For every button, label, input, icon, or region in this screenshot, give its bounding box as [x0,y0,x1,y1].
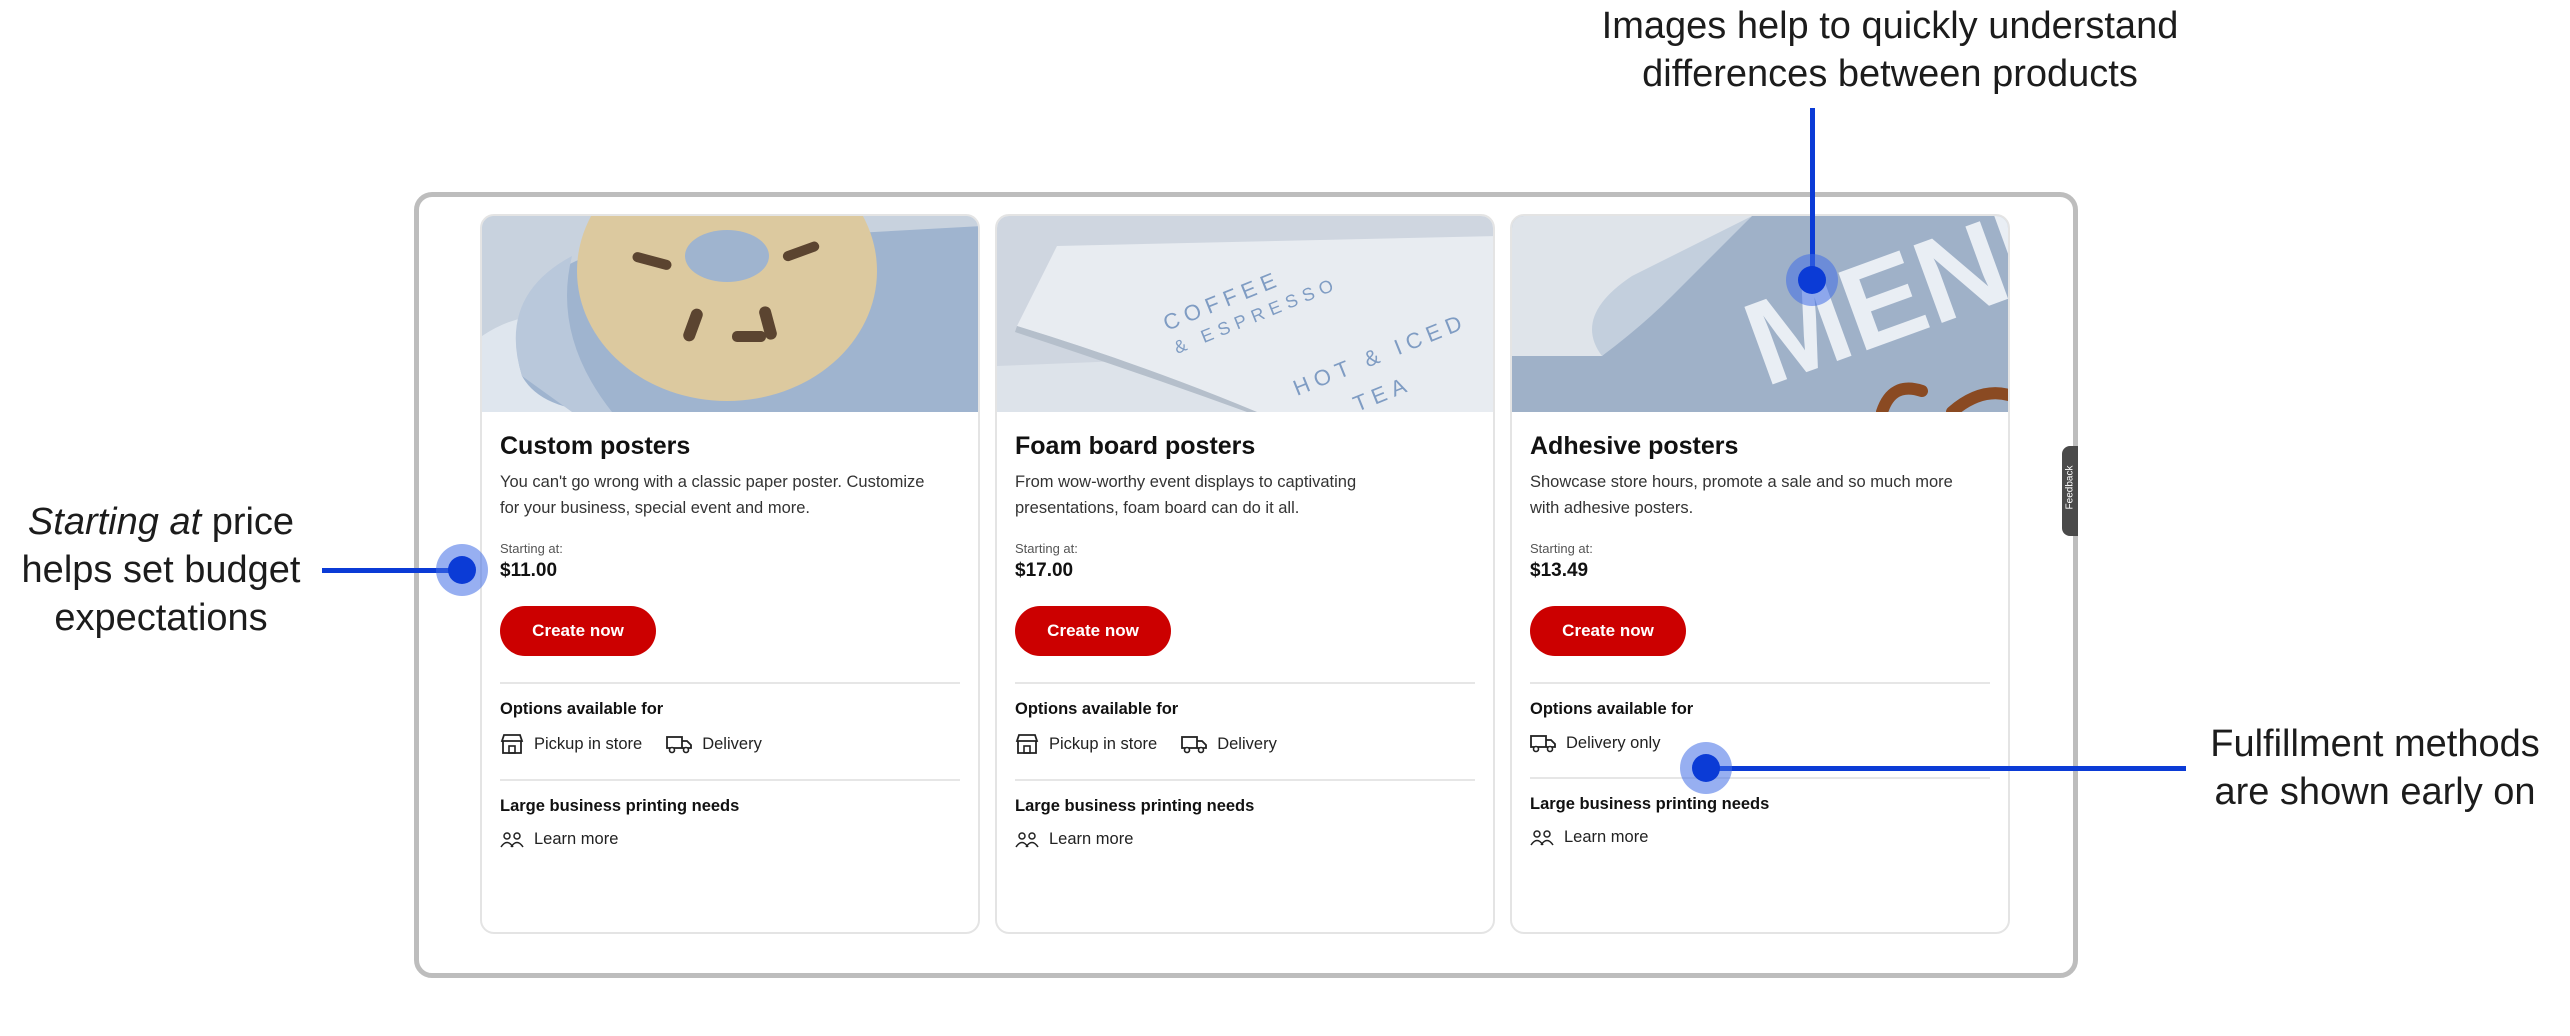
create-now-button[interactable]: Create now [1530,606,1686,656]
annotation-fulfillment-line2: are shown early on [2214,771,2536,813]
product-image-adhesive-posters: MENU [1512,216,2008,412]
annotation-line-fulfillment [1706,766,2186,771]
option-pickup-label: Pickup in store [1049,734,1158,753]
options-title: Options available for [1015,700,1179,718]
learn-more-label[interactable]: Learn more [1564,828,1648,847]
card-description-line1: You can't go wrong with a classic paper … [500,473,925,491]
store-icon [1015,734,1039,754]
annotation-price-line2: helps set budget [21,549,301,591]
store-icon [500,734,524,754]
divider [500,779,960,781]
divider [1015,682,1475,684]
product-card-adhesive-posters: MENU Adhesive posters Showcase store hou… [1510,214,2010,934]
price: $13.49 [1530,560,1589,581]
truck-icon [1530,735,1556,753]
learn-more-link[interactable]: Learn more [500,830,618,849]
option-delivery: Delivery only [1530,733,1660,753]
learn-more-label[interactable]: Learn more [1049,830,1133,849]
card-description: You can't go wrong with a classic paper … [500,469,960,527]
business-title: Large business printing needs [1015,797,1255,815]
people-icon [500,831,524,847]
divider [1530,777,1990,779]
feedback-tab-label[interactable]: Feedback [2065,450,2076,526]
people-icon [1530,829,1554,845]
starting-at-label: Starting at: [1530,541,1593,556]
learn-more-link[interactable]: Learn more [1530,828,1648,847]
annotation-price-italic: Starting at [27,501,202,543]
options-title: Options available for [1530,700,1694,718]
divider [1530,682,1990,684]
card-description: Showcase store hours, promote a sale and… [1530,469,1990,527]
product-image-custom-posters [482,216,978,412]
card-description: From wow-worthy event displays to captiv… [1015,469,1475,527]
fulfillment-options: Delivery only [1530,733,1990,753]
product-image-foam-board-posters: COFFEE & ESPRESSO HOT & ICED TEA [997,216,1493,412]
annotation-price: Starting at price helps set budget expec… [0,498,322,642]
option-delivery: Delivery [1181,734,1277,754]
product-card-foam-board-posters: COFFEE & ESPRESSO HOT & ICED TEA Foam bo… [995,214,1495,934]
truck-icon [1181,736,1208,754]
people-icon [1015,831,1039,847]
custom-poster-illustration [482,216,978,412]
price: $17.00 [1015,560,1074,581]
adhesive-poster-illustration: MENU [1512,216,2008,412]
learn-more-row[interactable]: Learn more [1015,830,1475,849]
annotation-images: Images help to quickly understand differ… [1540,2,2240,98]
annotation-marker-images [1786,254,1838,306]
fulfillment-options: Pickup in store Delivery [1015,733,1475,755]
annotation-marker-fulfillment [1680,742,1732,794]
price: $11.00 [500,560,558,581]
option-pickup-label: Pickup in store [534,734,643,753]
create-now-button[interactable]: Create now [1015,606,1171,656]
card-description-line1: From wow-worthy event displays to captiv… [1015,473,1357,491]
learn-more-row[interactable]: Learn more [1530,828,1990,847]
card-title: Foam board posters [1015,432,1256,460]
annotation-images-line2: differences between products [1642,53,2138,95]
divider [500,682,960,684]
foam-board-illustration: COFFEE & ESPRESSO HOT & ICED TEA [997,216,1493,412]
card-description-line2: with adhesive posters. [1530,499,1694,517]
annotation-fulfillment: Fulfillment methods are shown early on [2180,720,2570,816]
option-delivery-label: Delivery only [1566,733,1661,752]
feedback-tab[interactable]: Feedback [2062,446,2078,536]
starting-at-label: Starting at: [500,541,563,556]
option-pickup: Pickup in store [1015,733,1157,755]
option-delivery-label: Delivery [702,734,762,753]
card-title: Adhesive posters [1530,432,1739,460]
product-card-custom-posters: Custom posters You can't go wrong with a… [480,214,980,934]
annotation-marker-price [436,544,488,596]
business-title: Large business printing needs [1530,795,1770,813]
card-title: Custom posters [500,432,691,460]
annotation-fulfillment-line1: Fulfillment methods [2210,723,2540,765]
option-pickup: Pickup in store [500,733,642,755]
option-delivery-label: Delivery [1217,734,1277,753]
card-description-line1: Showcase store hours, promote a sale and… [1530,473,1953,491]
fulfillment-options: Pickup in store Delivery [500,733,960,755]
starting-at-label: Starting at: [1015,541,1078,556]
create-now-button[interactable]: Create now [500,606,656,656]
annotation-price-line1: Starting at price [0,498,322,546]
divider [1015,779,1475,781]
business-title: Large business printing needs [500,797,740,815]
learn-more-row[interactable]: Learn more [500,830,960,849]
annotation-price-rest: price [201,501,295,543]
card-description-line2: for your business, special event and mor… [500,499,810,517]
annotation-price-line3: expectations [54,597,268,639]
truck-icon [666,736,693,754]
option-delivery: Delivery [666,734,762,754]
learn-more-link[interactable]: Learn more [1015,830,1133,849]
options-title: Options available for [500,700,664,718]
learn-more-label[interactable]: Learn more [534,830,618,849]
annotation-images-line1: Images help to quickly understand [1601,5,2179,47]
card-description-line2: presentations, foam board can do it all. [1015,499,1300,517]
